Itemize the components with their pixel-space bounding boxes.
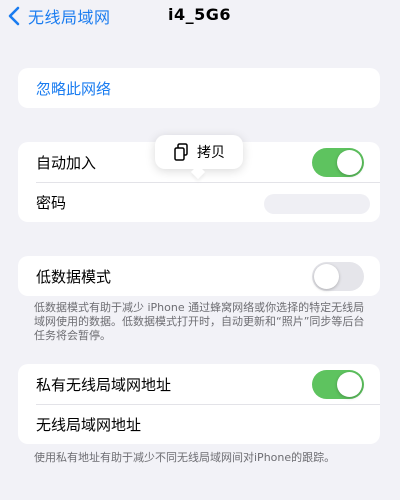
- private-address-toggle[interactable]: [312, 370, 364, 399]
- forget-network-button[interactable]: 忽略此网络: [18, 68, 380, 108]
- back-button[interactable]: 无线局域网: [8, 4, 111, 28]
- low-data-row: 低数据模式: [18, 256, 380, 296]
- password-field[interactable]: [264, 194, 370, 214]
- auto-join-label: 自动加入: [36, 153, 97, 172]
- wifi-address-label: 无线局域网地址: [36, 415, 142, 434]
- toggle-knob: [337, 150, 362, 175]
- low-data-group: 低数据模式: [18, 256, 380, 296]
- copy-icon: [173, 143, 189, 161]
- low-data-label: 低数据模式: [36, 267, 112, 286]
- chevron-left-icon: [8, 6, 20, 26]
- password-row: 密码: [18, 182, 380, 222]
- page-title: i4_5G6: [168, 5, 232, 24]
- wifi-address-row: 无线局域网地址: [18, 404, 380, 444]
- password-label: 密码: [36, 193, 67, 212]
- private-address-row: 私有无线局域网地址: [18, 364, 380, 404]
- toggle-knob: [314, 264, 339, 289]
- low-data-toggle[interactable]: [312, 262, 364, 291]
- copy-label: 拷贝: [197, 145, 225, 161]
- copy-popup[interactable]: 拷贝: [155, 135, 243, 169]
- navigation-bar: 无线局域网 i4_5G6: [0, 0, 400, 34]
- toggle-knob: [337, 372, 362, 397]
- back-label: 无线局域网: [28, 8, 111, 27]
- low-data-footnote: 低数据模式有助于减少 iPhone 通过蜂窝网络或你选择的特定无线局域网使用的数…: [34, 301, 365, 342]
- private-address-footnote: 使用私有地址有助于减少不同无线局域网间对iPhone的跟踪。: [34, 451, 336, 464]
- auto-join-toggle[interactable]: [312, 148, 364, 177]
- private-address-label: 私有无线局域网地址: [36, 375, 172, 394]
- forget-network-group: 忽略此网络: [18, 68, 380, 108]
- private-address-group: 私有无线局域网地址 无线局域网地址: [18, 364, 380, 444]
